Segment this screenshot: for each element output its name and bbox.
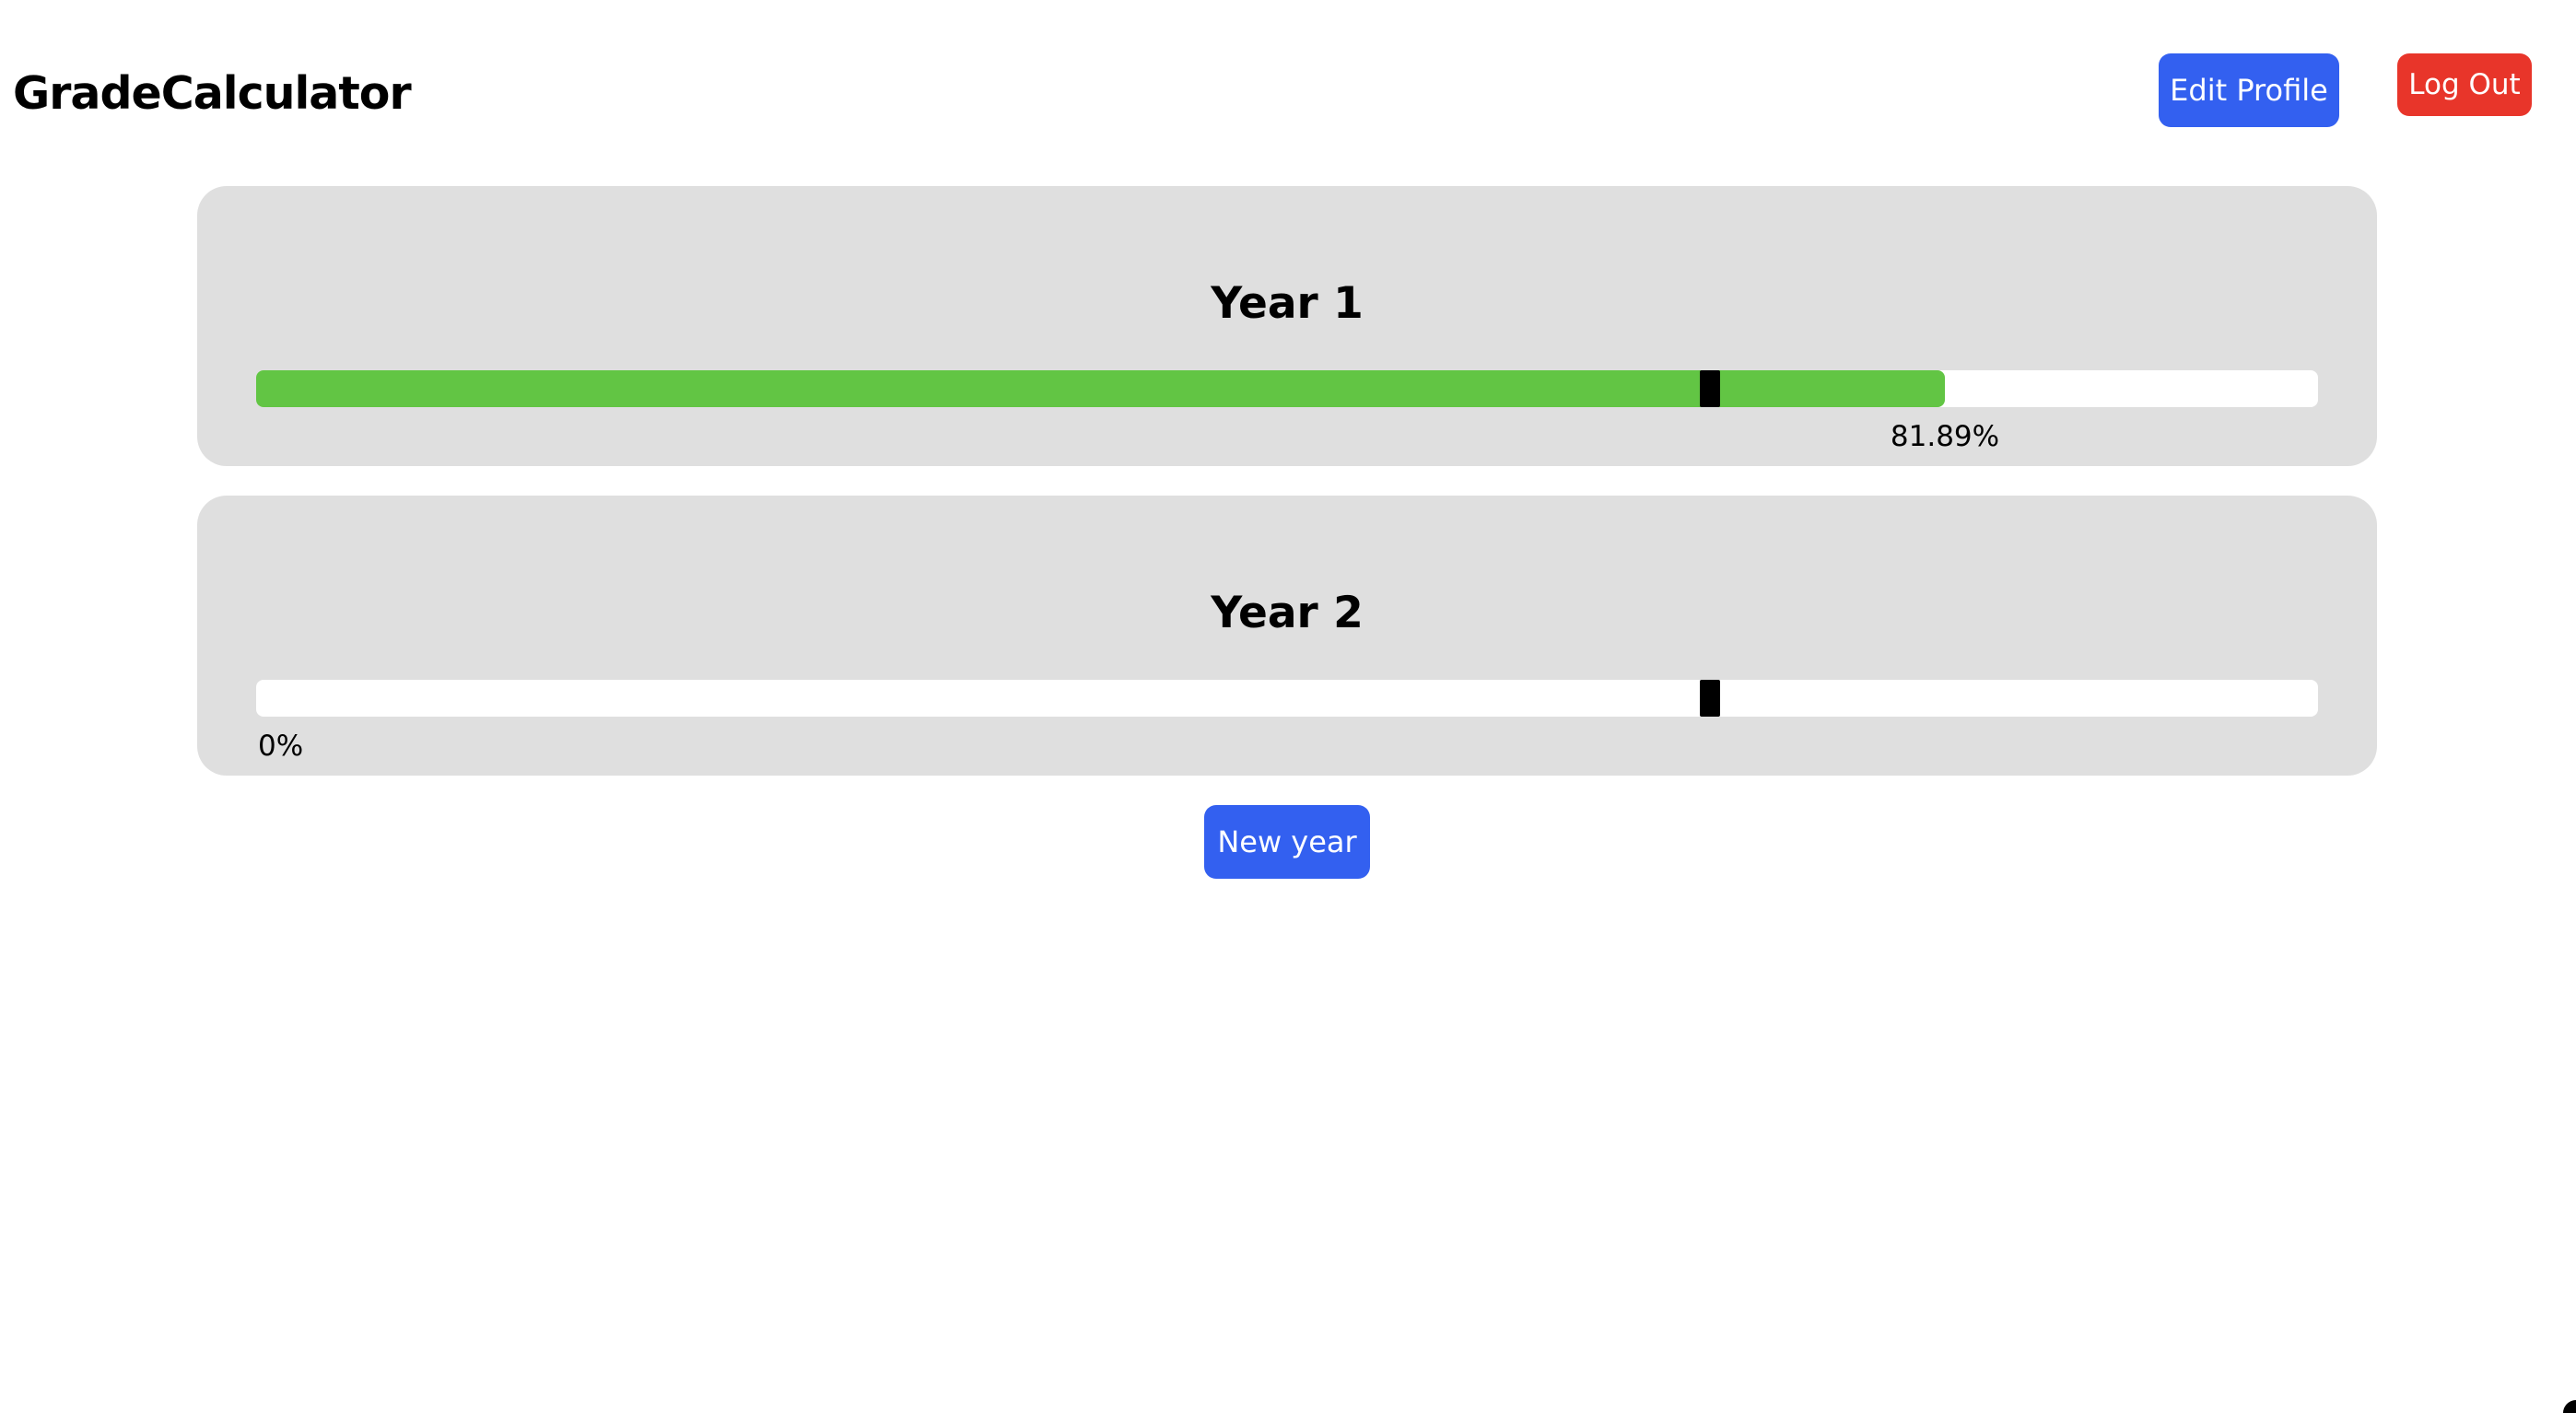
window-corner [2563,1400,2576,1413]
year-title: Year 1 [1211,278,1364,329]
progress-track [256,680,2318,717]
year-card-1[interactable]: Year 1 81.89% [197,186,2377,466]
app-title: GradeCalculator [13,67,412,120]
log-out-button[interactable]: Log Out [2397,53,2532,116]
progress-percent-label: 81.89% [1890,420,2000,453]
target-marker [1700,370,1720,407]
year-title: Year 2 [1211,588,1364,638]
progress-track [256,370,2318,407]
edit-profile-button[interactable]: Edit Profile [2159,53,2339,127]
target-marker [1700,680,1720,717]
progress-fill [256,370,1945,407]
progress-percent-label: 0% [258,730,304,763]
year-card-2[interactable]: Year 2 0% [197,496,2377,776]
new-year-button[interactable]: New year [1204,805,1370,879]
